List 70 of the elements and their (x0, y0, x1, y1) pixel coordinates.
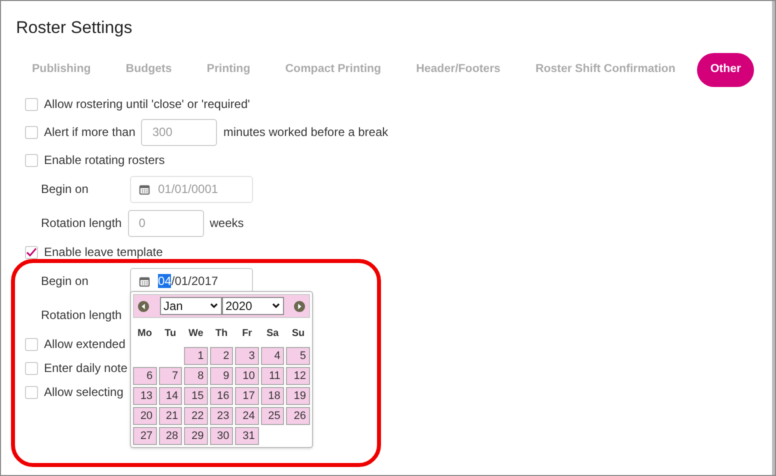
option-label: Allow extended (44, 336, 126, 353)
day-cell[interactable]: 4 (260, 347, 284, 365)
calendar-icon (139, 276, 150, 286)
day-cell[interactable]: 15 (184, 387, 208, 405)
checkbox[interactable] (25, 154, 38, 166)
checkbox[interactable] (25, 126, 38, 138)
day-cell[interactable]: 11 (260, 367, 284, 385)
next-icon[interactable] (294, 300, 305, 312)
day-cell[interactable]: 7 (158, 367, 182, 385)
checkbox[interactable] (25, 98, 38, 110)
option-label: Begin on (41, 274, 88, 288)
day-cell[interactable]: 21 (158, 407, 182, 425)
day-cell[interactable]: 24 (235, 407, 259, 425)
day-cell[interactable]: 17 (235, 387, 259, 405)
day-cell[interactable]: 1 (184, 347, 208, 365)
window-title: Roster Settings (16, 18, 132, 37)
previous-icon[interactable] (138, 300, 149, 312)
day-cell[interactable]: 19 (286, 387, 310, 405)
day-cell[interactable]: 22 (184, 407, 208, 425)
option-label: Enter daily note (44, 360, 128, 377)
option-label: Allow rostering until 'close' or 'required' (44, 96, 250, 113)
option-label: Begin on (41, 182, 88, 196)
day-cell[interactable]: 3 (235, 347, 259, 365)
option-label: Allow selecting (44, 384, 124, 401)
option-label: Enable rotating rosters (44, 152, 165, 169)
day-cell[interactable]: 20 (133, 407, 157, 425)
option-label: Enable leave template (44, 244, 163, 261)
weekday-label: Tu (164, 327, 178, 341)
day-cell[interactable]: 9 (210, 367, 234, 385)
day-cell[interactable]: 30 (210, 427, 234, 445)
day-cell[interactable]: 31 (235, 427, 259, 445)
year-select[interactable]: 2020 (222, 297, 284, 315)
day-cell[interactable]: 8 (184, 367, 208, 385)
day-cell[interactable]: 13 (133, 387, 157, 405)
tab[interactable]: Other (697, 53, 754, 87)
day-cell[interactable]: 6 (133, 367, 157, 385)
day-cell[interactable]: 23 (210, 407, 234, 425)
day-cell[interactable]: 28 (158, 427, 182, 445)
unit-label: weeks (210, 215, 244, 232)
chevron-down-icon (272, 303, 280, 309)
day-cell[interactable]: 27 (133, 427, 157, 445)
checkbox[interactable] (25, 386, 38, 398)
weekday-label: Th (214, 327, 229, 341)
weekday-label: Su (290, 327, 306, 341)
chevron-down-icon (210, 303, 218, 309)
weekday-label: Mo (136, 327, 153, 341)
day-cell[interactable]: 16 (210, 387, 234, 405)
checkbox[interactable] (25, 246, 38, 258)
day-cell[interactable]: 26 (286, 407, 310, 425)
option-label: Rotation length (41, 215, 122, 232)
unit-label: minutes worked before a break (223, 124, 388, 141)
day-cell[interactable]: 29 (184, 427, 208, 445)
checkbox[interactable] (25, 362, 38, 374)
calendar-icon (139, 184, 150, 194)
month-select[interactable]: Jan (160, 297, 222, 315)
day-cell[interactable]: 10 (235, 367, 259, 385)
day-cell[interactable]: 5 (286, 347, 310, 365)
date-value: 04/01/2017 (158, 273, 218, 290)
option-label: Alert if more than (44, 124, 136, 141)
day-cell[interactable]: 2 (210, 347, 234, 365)
weekday-label: We (188, 327, 204, 341)
option-label: Rotation length (41, 307, 122, 324)
day-cell[interactable]: 18 (260, 387, 284, 405)
weekday-label: Fr (241, 327, 254, 341)
day-cell[interactable]: 12 (286, 367, 310, 385)
day-cell[interactable]: 25 (260, 407, 284, 425)
date-value: 01/01/0001 (158, 181, 218, 198)
checkbox[interactable] (25, 338, 38, 350)
day-cell[interactable]: 14 (158, 387, 182, 405)
weekday-label: Sa (266, 327, 280, 341)
